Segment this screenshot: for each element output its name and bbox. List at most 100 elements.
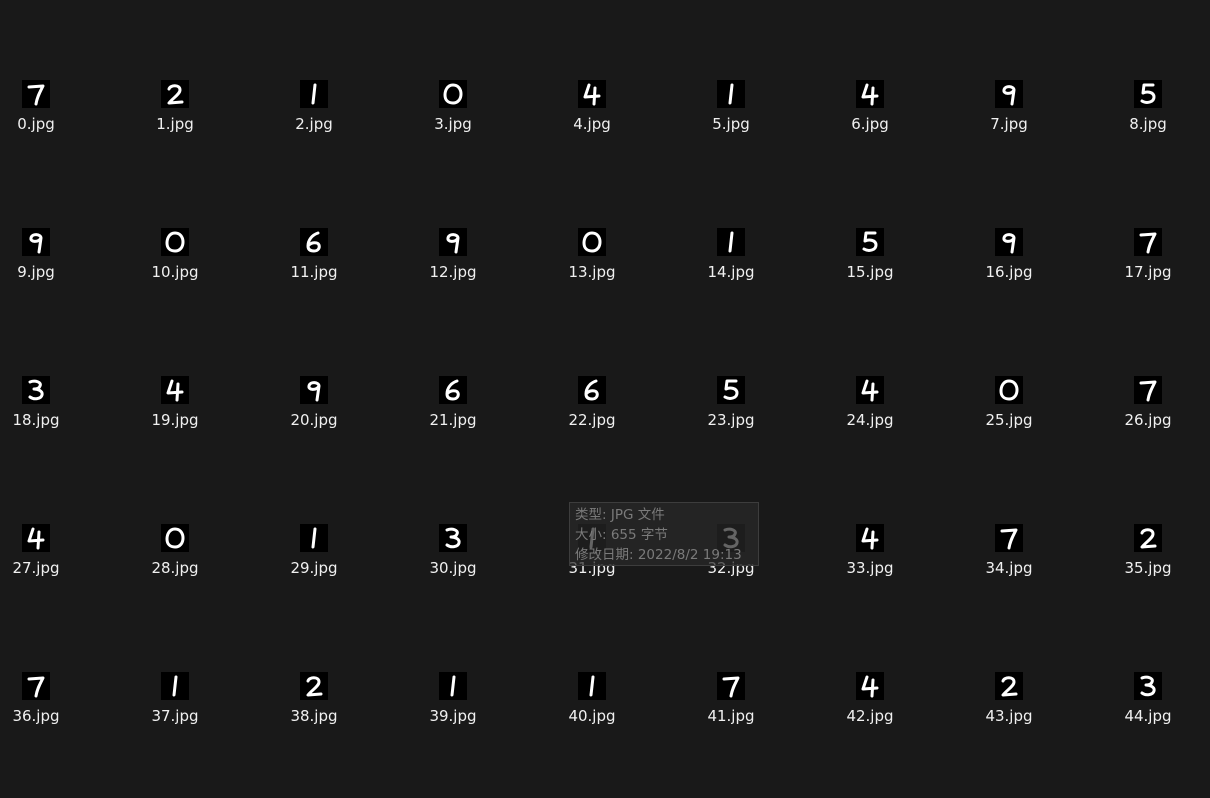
digit-stroke xyxy=(861,675,879,698)
file-item[interactable]: 21.jpg xyxy=(403,376,503,442)
file-item[interactable]: 28.jpg xyxy=(125,524,225,590)
file-thumbnail xyxy=(578,524,606,552)
file-name-label: 18.jpg xyxy=(12,411,60,429)
file-name-label: 7.jpg xyxy=(990,115,1028,133)
file-item[interactable]: 32.jpg xyxy=(681,524,781,590)
file-item[interactable]: 23.jpg xyxy=(681,376,781,442)
digit-stroke xyxy=(307,381,321,402)
file-item[interactable]: 29.jpg xyxy=(264,524,364,590)
file-item[interactable]: 24.jpg xyxy=(820,376,920,442)
digit-stroke xyxy=(167,84,184,105)
file-thumbnail xyxy=(22,376,50,404)
file-name-label: 39.jpg xyxy=(429,707,477,725)
file-name-label: 24.jpg xyxy=(846,411,894,429)
file-name-label: 41.jpg xyxy=(707,707,755,725)
file-name-label: 42.jpg xyxy=(846,707,894,725)
file-item[interactable]: 6.jpg xyxy=(820,80,920,146)
digit-stroke xyxy=(728,231,734,253)
file-thumbnail xyxy=(161,80,189,108)
file-thumbnail xyxy=(161,524,189,552)
file-item[interactable]: 33.jpg xyxy=(820,524,920,590)
digit-stroke xyxy=(582,231,602,253)
digit-stroke xyxy=(311,527,317,549)
file-item[interactable]: 3.jpg xyxy=(403,80,503,146)
file-item[interactable]: 16.jpg xyxy=(959,228,1059,294)
file-item[interactable]: 7.jpg xyxy=(959,80,1059,146)
file-item[interactable]: 5.jpg xyxy=(681,80,781,146)
file-item[interactable]: 15.jpg xyxy=(820,228,920,294)
file-name-label: 25.jpg xyxy=(985,411,1033,429)
digit-stroke xyxy=(1140,528,1157,549)
file-name-label: 23.jpg xyxy=(707,411,755,429)
file-name-label: 43.jpg xyxy=(985,707,1033,725)
file-item[interactable]: 8.jpg xyxy=(1098,80,1198,146)
digit-image xyxy=(28,379,44,401)
file-name-label: 32.jpg xyxy=(707,559,755,577)
file-item[interactable]: 19.jpg xyxy=(125,376,225,442)
file-item[interactable]: 25.jpg xyxy=(959,376,1059,442)
file-item[interactable]: 31.jpg xyxy=(542,524,642,590)
file-item[interactable]: 1.jpg xyxy=(125,80,225,146)
file-item[interactable]: 17.jpg xyxy=(1098,228,1198,294)
file-item[interactable]: 39.jpg xyxy=(403,672,503,738)
file-item[interactable]: 42.jpg xyxy=(820,672,920,738)
file-item[interactable]: 30.jpg xyxy=(403,524,503,590)
digit-image xyxy=(728,231,734,253)
file-item[interactable]: 44.jpg xyxy=(1098,672,1198,738)
digit-image xyxy=(172,675,178,697)
file-name-label: 40.jpg xyxy=(568,707,616,725)
digit-stroke xyxy=(861,379,879,402)
file-name-label: 6.jpg xyxy=(851,115,889,133)
digit-stroke xyxy=(311,83,317,105)
file-item[interactable]: 9.jpg xyxy=(0,228,86,294)
file-thumbnail xyxy=(1134,376,1162,404)
file-item[interactable]: 27.jpg xyxy=(0,524,86,590)
file-item[interactable]: 20.jpg xyxy=(264,376,364,442)
file-thumbnail xyxy=(995,376,1023,404)
digit-image xyxy=(1140,528,1157,549)
file-name-label: 26.jpg xyxy=(1124,411,1172,429)
file-item[interactable]: 43.jpg xyxy=(959,672,1059,738)
file-item[interactable]: 22.jpg xyxy=(542,376,642,442)
file-name-label: 31.jpg xyxy=(568,559,616,577)
digit-stroke xyxy=(166,379,184,402)
file-item[interactable]: 34.jpg xyxy=(959,524,1059,590)
file-item[interactable]: 12.jpg xyxy=(403,228,503,294)
digit-stroke xyxy=(450,675,456,697)
digit-stroke xyxy=(861,527,879,550)
file-thumbnail xyxy=(161,228,189,256)
file-item[interactable]: 18.jpg xyxy=(0,376,86,442)
file-name-label: 15.jpg xyxy=(846,263,894,281)
digit-stroke xyxy=(861,83,879,106)
file-item[interactable]: 35.jpg xyxy=(1098,524,1198,590)
file-item[interactable]: 11.jpg xyxy=(264,228,364,294)
digit-stroke xyxy=(1002,233,1016,254)
file-item[interactable]: 2.jpg xyxy=(264,80,364,146)
file-name-label: 34.jpg xyxy=(985,559,1033,577)
file-thumbnail xyxy=(578,672,606,700)
file-name-label: 3.jpg xyxy=(434,115,472,133)
digit-image xyxy=(999,379,1019,401)
file-item[interactable]: 38.jpg xyxy=(264,672,364,738)
file-item[interactable]: 4.jpg xyxy=(542,80,642,146)
file-thumbnail xyxy=(578,376,606,404)
file-item[interactable]: 36.jpg xyxy=(0,672,86,738)
file-item[interactable]: 26.jpg xyxy=(1098,376,1198,442)
file-name-label: 27.jpg xyxy=(12,559,60,577)
digit-image xyxy=(1139,232,1157,254)
digit-image xyxy=(583,83,601,106)
file-thumbnail xyxy=(300,672,328,700)
file-name-label: 37.jpg xyxy=(151,707,199,725)
file-item[interactable]: 13.jpg xyxy=(542,228,642,294)
file-item[interactable]: 37.jpg xyxy=(125,672,225,738)
digit-image xyxy=(861,527,879,550)
file-item[interactable]: 10.jpg xyxy=(125,228,225,294)
file-name-label: 16.jpg xyxy=(985,263,1033,281)
file-thumbnail xyxy=(995,228,1023,256)
digit-image xyxy=(1001,676,1018,697)
file-item[interactable]: 40.jpg xyxy=(542,672,642,738)
file-item[interactable]: 41.jpg xyxy=(681,672,781,738)
file-item[interactable]: 14.jpg xyxy=(681,228,781,294)
digit-stroke xyxy=(445,527,461,549)
file-item[interactable]: 0.jpg xyxy=(0,80,86,146)
